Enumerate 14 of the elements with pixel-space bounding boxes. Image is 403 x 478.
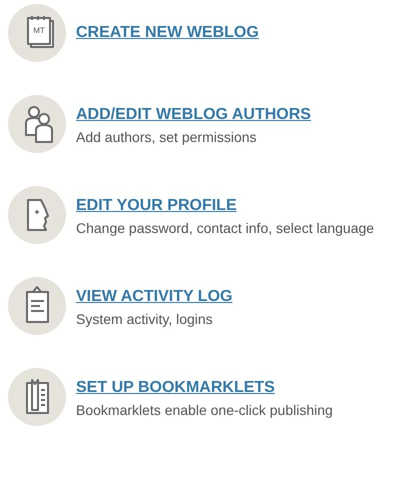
description: System activity, logins [76, 310, 214, 329]
title-link[interactable]: ADD/EDIT WEBLOG AUTHORS [76, 104, 376, 126]
title-link[interactable]: VIEW ACTIVITY LOG [76, 286, 376, 308]
title-link[interactable]: EDIT YOUR PROFILE [76, 195, 376, 217]
book-icon [8, 368, 66, 426]
profile-icon [8, 186, 66, 244]
description: Bookmarklets enable one-click publishing [76, 401, 334, 420]
title-link[interactable]: SET UP BOOKMARKLETS [76, 377, 376, 399]
title-link[interactable]: CREATE NEW WEBLOG [76, 22, 259, 44]
description: Change password, contact info, select language [76, 219, 376, 238]
description: Add authors, set permissions [76, 128, 258, 147]
badge-label: MT [32, 27, 46, 35]
people-icon [8, 95, 66, 153]
clipboard-icon [8, 277, 66, 335]
